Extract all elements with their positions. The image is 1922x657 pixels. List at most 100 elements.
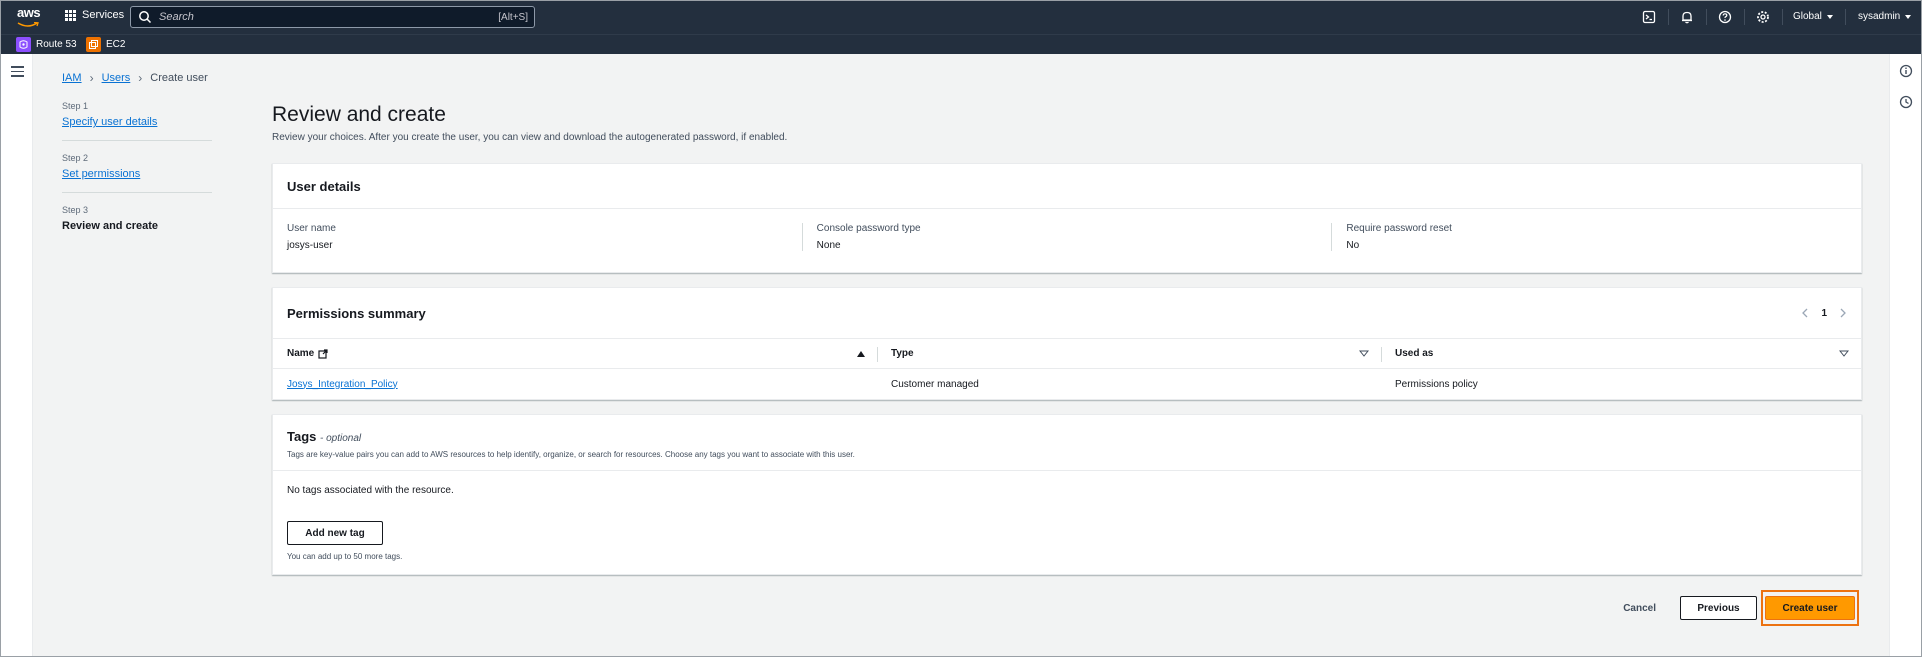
detail-user-name: User name josys-user [273,223,802,251]
external-link-icon [318,348,328,359]
aws-logo[interactable]: aws [17,5,41,27]
chevron-right-icon: › [138,71,143,85]
page-number[interactable]: 1 [1821,308,1827,319]
history-clock-icon[interactable] [1899,95,1913,109]
account-menu[interactable]: sysadmin [1858,11,1912,22]
tags-panel: Tags - optional Tags are key-value pairs… [272,414,1862,575]
search-input[interactable] [153,11,499,23]
detail-require-password-reset: Require password reset No [1331,223,1861,251]
panel-header: Permissions summary [287,305,426,321]
favorite-label: EC2 [106,39,126,50]
breadcrumb: IAM › Users › Create user [62,71,208,85]
detail-value: No [1346,240,1360,251]
aws-smile-icon [17,21,39,27]
tags-empty-state: No tags associated with the resource. [287,485,454,496]
wizard-step-3: Step 3 Review and create [62,205,212,244]
breadcrumb-users[interactable]: Users [102,72,131,84]
wizard-step-2: Step 2 Set permissions [62,153,212,193]
detail-label: Require password reset [1346,223,1452,234]
nav-divider [1782,9,1783,25]
aws-logo-text: aws [17,5,41,20]
column-label: Type [891,348,914,359]
tags-description: Tags are key-value pairs you can add to … [287,450,855,459]
page-title: Review and create [272,103,446,126]
step-number: Step 1 [62,101,89,111]
account-label: sysadmin [1858,11,1901,22]
policy-type: Customer managed [891,378,979,390]
chevron-right-icon: › [89,71,94,85]
search-shortcut: [Alt+S] [498,11,528,23]
policy-link[interactable]: Josys_Integration_Policy [287,379,398,390]
detail-label: User name [287,223,336,234]
top-navigation: aws Services [Alt+S] Global sysadmin [1,1,1921,34]
tags-limit-hint: You can add up to 50 more tags. [287,552,403,561]
region-label: Global [1793,11,1822,22]
settings-gear-icon[interactable] [1756,10,1770,24]
ec2-icon [86,37,101,52]
tags-title: Tags [287,429,317,444]
info-icon[interactable] [1899,64,1913,78]
step-link-set-permissions[interactable]: Set permissions [62,168,140,180]
step-link-specify-user-details[interactable]: Specify user details [62,116,157,128]
breadcrumb-current: Create user [150,72,208,84]
sort-descending-icon [1359,350,1369,357]
tags-optional-label: - optional [320,433,362,444]
step-current-review: Review and create [62,220,158,232]
detail-console-password-type: Console password type None [801,223,1332,251]
cloudshell-icon[interactable] [1642,10,1656,24]
nav-divider [1845,9,1846,25]
step-number: Step 2 [62,153,89,163]
permissions-summary-panel: Permissions summary 1 Name Type Used as [272,287,1862,400]
chevron-left-icon[interactable] [1801,308,1809,318]
favorite-ec2[interactable]: EC2 [86,37,125,52]
services-grid-icon [65,9,76,21]
region-selector[interactable]: Global [1793,11,1833,22]
notifications-bell-icon[interactable] [1680,10,1694,24]
sort-ascending-icon [857,350,865,357]
caret-down-icon [1905,14,1912,19]
form-actions: Cancel Previous Create user [1623,590,1859,626]
nav-divider [1706,9,1707,25]
column-header-name[interactable]: Name [273,339,877,368]
detail-value: josys-user [287,240,333,251]
step-number: Step 3 [62,205,89,215]
wizard-step-1: Step 1 Specify user details [62,101,212,141]
column-label: Used as [1395,348,1434,359]
app-window: aws Services [Alt+S] Global sysadmin [0,0,1922,657]
search-bar[interactable]: [Alt+S] [130,6,535,28]
user-details-panel: User details User name josys-user Consol… [272,163,1862,273]
tags-heading: Tags - optional [287,429,1847,444]
nav-divider [1744,9,1745,25]
panel-header: User details [273,164,1861,209]
previous-button[interactable]: Previous [1680,596,1757,620]
add-new-tag-button[interactable]: Add new tag [287,521,383,545]
help-icon[interactable] [1718,10,1732,24]
pagination: 1 [1801,308,1847,319]
services-menu-button[interactable]: Services [65,9,124,21]
menu-hamburger-icon[interactable] [11,66,24,77]
search-icon [139,11,152,24]
favorite-route53[interactable]: Route 53 [16,37,77,52]
favorites-bar: Route 53 EC2 [1,34,1921,54]
wizard-steps: Step 1 Specify user details Step 2 Set p… [62,101,212,256]
favorite-label: Route 53 [36,39,77,50]
nav-divider [1668,9,1669,25]
sort-descending-icon [1839,350,1849,357]
caret-down-icon [1826,14,1833,19]
route53-icon [16,37,31,52]
column-header-type[interactable]: Type [877,339,1381,368]
chevron-right-icon[interactable] [1839,308,1847,318]
column-label: Name [287,348,315,359]
table-header: Name Type Used as [273,338,1861,369]
table-row: Josys_Integration_Policy Customer manage… [273,369,1861,399]
right-rail [1889,54,1921,656]
create-user-highlight: Create user [1761,590,1859,626]
detail-value: None [816,240,841,251]
cancel-button[interactable]: Cancel [1623,603,1656,614]
policy-used-as: Permissions policy [1395,378,1478,390]
column-header-used-as[interactable]: Used as [1381,339,1861,368]
breadcrumb-iam[interactable]: IAM [62,72,82,84]
detail-label: Console password type [816,223,921,234]
services-label: Services [82,9,125,21]
create-user-button[interactable]: Create user [1765,596,1855,620]
